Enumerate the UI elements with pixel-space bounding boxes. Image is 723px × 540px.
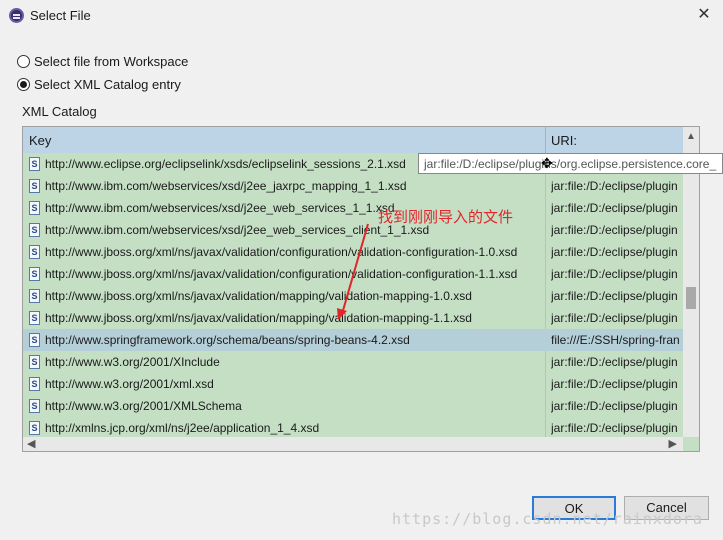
xsd-file-icon: S [29,311,40,325]
watermark: https://blog.csdn.net/rainxdora [392,510,703,528]
scroll-right-icon[interactable]: ▶ [669,437,677,450]
row-key: http://www.w3.org/2001/xml.xsd [45,377,214,391]
row-uri: jar:file:/D:/eclipse/plugin [551,377,678,391]
horizontal-scrollbar[interactable]: ◀ ▶ [23,437,683,451]
row-uri: jar:file:/D:/eclipse/plugin [551,399,678,413]
annotation-text: 找到刚刚导入的文件 [378,208,514,226]
uri-tooltip: jar:file:/D:/eclipse/plugins/org.eclipse… [418,153,723,174]
radio-catalog[interactable]: Select XML Catalog entry [17,75,181,93]
row-key: http://www.jboss.org/xml/ns/javax/valida… [45,289,472,303]
window-title: Select File [30,8,91,23]
table-row[interactable]: Shttp://www.ibm.com/webservices/xsd/j2ee… [23,175,683,197]
resize-cursor-icon: ✥ [541,155,553,171]
column-divider[interactable] [545,127,546,153]
title-bar: Select File ✕ [0,0,723,32]
scroll-up-icon[interactable]: ▲ [686,131,696,142]
row-uri: jar:file:/D:/eclipse/plugin [551,355,678,369]
radio-workspace-indicator[interactable] [17,54,30,68]
xsd-file-icon: S [29,399,40,413]
row-key: http://xmlns.jcp.org/xml/ns/j2ee/applica… [45,421,320,435]
column-header-key[interactable]: Key [29,133,51,148]
xsd-file-icon: S [29,157,40,171]
table-row[interactable]: Shttp://www.w3.org/2001/xml.xsd jar:file:… [23,373,683,395]
radio-workspace[interactable]: Select file from Workspace [17,52,188,70]
row-key: http://www.ibm.com/webservices/xsd/j2ee_… [45,179,407,193]
row-key: http://www.jboss.org/xml/ns/javax/valida… [45,245,518,259]
xsd-file-icon: S [29,223,40,237]
row-uri: jar:file:/D:/eclipse/plugin [551,179,678,193]
xsd-file-icon: S [29,201,40,215]
row-key: http://www.springframework.org/schema/be… [45,333,410,347]
row-uri: jar:file:/D:/eclipse/plugin [551,201,678,215]
xsd-file-icon: S [29,267,40,281]
row-uri: jar:file:/D:/eclipse/plugin [551,421,678,435]
column-header-uri[interactable]: URI: [551,133,577,148]
table-row[interactable]: Shttp://www.ibm.com/webservices/xsd/j2ee… [23,197,683,219]
row-uri: jar:file:/D:/eclipse/plugin [551,245,678,259]
xsd-file-icon: S [29,245,40,259]
row-uri: jar:file:/D:/eclipse/plugin [551,311,678,325]
radio-catalog-indicator[interactable] [17,77,30,91]
radio-workspace-label: Select file from Workspace [34,53,189,69]
row-key: http://www.jboss.org/xml/ns/javax/valida… [45,311,472,325]
close-button[interactable]: ✕ [693,4,715,26]
scroll-left-icon[interactable]: ◀ [27,437,35,450]
xml-catalog-label: XML Catalog [22,104,97,119]
row-key: http://www.w3.org/2001/XMLSchema [45,399,242,413]
radio-catalog-label: Select XML Catalog entry [34,76,181,92]
row-key: http://www.w3.org/2001/XInclude [45,355,220,369]
row-uri: file:///E:/SSH/spring-fran [551,333,680,347]
xsd-file-icon: S [29,377,40,391]
xsd-file-icon: S [29,355,40,369]
xsd-file-icon: S [29,179,40,193]
row-key: http://www.jboss.org/xml/ns/javax/valida… [45,267,518,281]
eclipse-icon [9,8,24,23]
annotation-arrow-icon [337,223,369,320]
row-uri: jar:file:/D:/eclipse/plugin [551,223,678,237]
xsd-file-icon: S [29,289,40,303]
table-row[interactable]: Shttp://xmlns.jcp.org/xml/ns/j2ee/applic… [23,417,683,439]
xsd-file-icon: S [29,333,40,347]
table-row[interactable]: Shttp://www.w3.org/2001/XMLSchema jar:fil… [23,395,683,417]
table-header: Key URI: [23,127,699,153]
vertical-scroll-thumb[interactable] [686,287,696,309]
xsd-file-icon: S [29,421,40,435]
table-row[interactable]: Shttp://www.w3.org/2001/XInclude jar:file… [23,351,683,373]
row-uri: jar:file:/D:/eclipse/plugin [551,267,678,281]
table-row[interactable]: Shttp://www.springframework.org/schema/b… [23,329,683,351]
row-uri: jar:file:/D:/eclipse/plugin [551,289,678,303]
